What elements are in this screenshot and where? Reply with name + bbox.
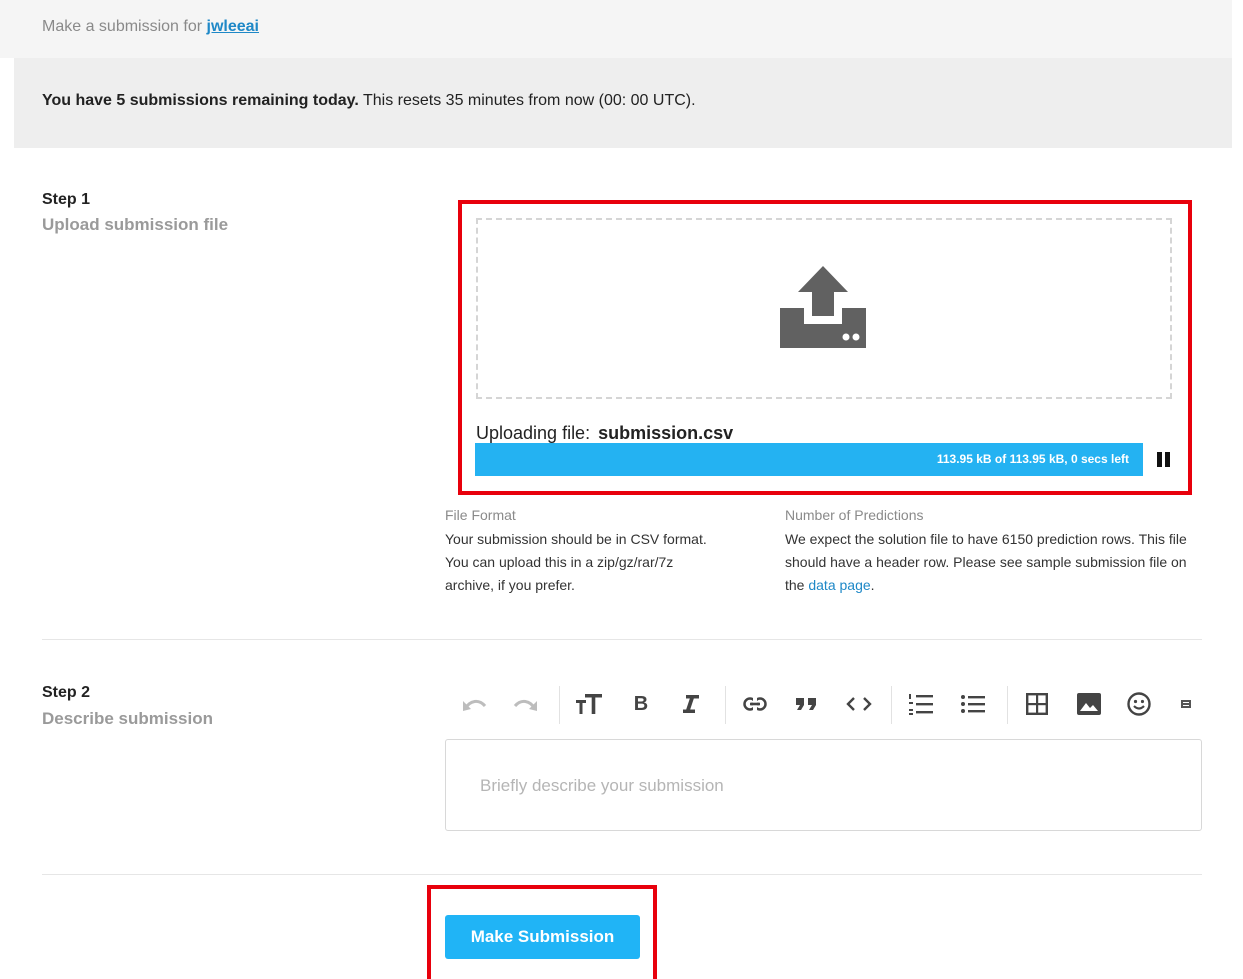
data-page-link[interactable]: data page [808,577,870,593]
notice-rest: This resets 35 minutes from now (00: 00 … [362,92,696,109]
header-text: Make a submission for jwleeai [42,18,259,36]
pause-icon[interactable] [1157,452,1171,467]
upload-progress-text: 113.95 kB of 113.95 kB, 0 secs left [936,452,1129,466]
step2-title: Step 2 [42,684,91,701]
top-band: Make a submission for jwleeai You have 5… [0,0,1243,148]
redo-icon[interactable] [507,684,543,724]
undo-icon[interactable] [457,684,493,724]
section-divider [42,639,1202,640]
uploading-label: Uploading file: submission.csv [476,423,733,444]
step1-title: Step 1 [42,191,91,208]
image-icon[interactable] [1071,684,1107,724]
italic-icon[interactable] [673,684,709,724]
uploading-file-name: submission.csv [598,423,734,443]
link-icon[interactable] [737,684,773,724]
header-prefix: Make a submission for [42,18,203,35]
bullet-list-icon[interactable] [955,684,991,724]
cropped-heading [265,0,645,8]
code-icon[interactable] [841,684,877,724]
text-size-icon[interactable] [571,684,607,724]
predictions-title: Number of Predictions [785,507,924,523]
notice-bold: You have 5 submissions remaining today. [42,92,359,109]
bold-icon[interactable]: B [623,684,659,724]
uploading-prefix: Uploading file: [476,423,591,443]
toolbar-separator [725,686,726,724]
quote-icon[interactable] [789,684,825,724]
notice-text: You have 5 submissions remaining today. … [42,92,696,110]
description-input[interactable] [446,740,1201,830]
upload-progress-bar: 113.95 kB of 113.95 kB, 0 secs left [475,443,1143,476]
header-bar: Make a submission for jwleeai [0,0,1232,58]
toolbar-separator [1007,686,1008,724]
ordered-list-icon[interactable] [903,684,939,724]
predictions-body: We expect the solution file to have 6150… [785,528,1205,597]
submission-limit-notice: You have 5 submissions remaining today. … [14,58,1232,148]
step2-subtitle: Describe submission [42,709,214,728]
toolbar-separator [559,686,560,724]
make-submission-button[interactable]: Make Submission [445,915,640,959]
predictions-text-end: . [870,577,875,593]
emoji-icon[interactable] [1121,684,1157,724]
file-format-body: Your submission should be in CSV format.… [445,531,707,593]
description-editor [445,739,1202,831]
table-icon[interactable] [1019,684,1055,724]
section-divider [42,874,1202,875]
editor-toolbar: B [445,684,1205,724]
user-link[interactable]: jwleeai [207,18,259,35]
upload-icon [780,266,866,348]
file-format-title: File Format [445,507,516,523]
toolbar-separator [891,686,892,724]
step1-subtitle: Upload submission file [42,215,229,234]
markdown-icon[interactable] [1171,684,1201,724]
